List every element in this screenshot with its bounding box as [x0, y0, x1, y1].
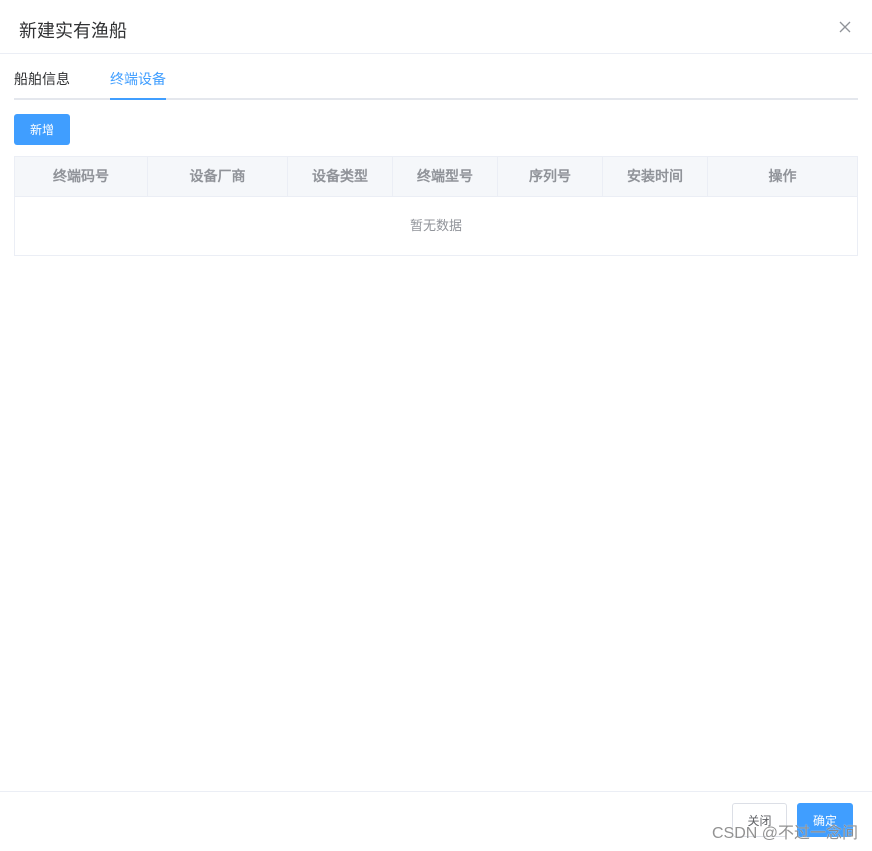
column-header-device-type[interactable]: 设备类型	[288, 157, 393, 196]
tab-terminal-device[interactable]: 终端设备	[110, 64, 166, 98]
column-header-manufacturer[interactable]: 设备厂商	[148, 157, 288, 196]
tabs: 船舶信息 终端设备	[14, 64, 858, 100]
dialog: 新建实有渔船 船舶信息 终端设备 新增 终端码号 设备厂商 设备类型 终端型号 …	[0, 0, 872, 851]
add-button[interactable]: 新增	[14, 114, 70, 145]
column-header-install-time[interactable]: 安装时间	[603, 157, 708, 196]
device-table: 终端码号 设备厂商 设备类型 终端型号 序列号 安装时间 操作 暂无数据	[14, 156, 858, 256]
dialog-footer: 关闭 确定	[0, 791, 872, 851]
column-header-serial-number[interactable]: 序列号	[498, 157, 603, 196]
column-header-terminal-code[interactable]: 终端码号	[15, 157, 148, 196]
dialog-title: 新建实有渔船	[19, 21, 127, 41]
tab-ship-info[interactable]: 船舶信息	[14, 64, 70, 98]
close-icon[interactable]	[838, 20, 852, 34]
column-header-actions[interactable]: 操作	[708, 157, 857, 196]
column-header-terminal-model[interactable]: 终端型号	[393, 157, 498, 196]
tab-active-indicator	[110, 98, 166, 100]
close-button[interactable]: 关闭	[732, 803, 787, 837]
table-header: 终端码号 设备厂商 设备类型 终端型号 序列号 安装时间 操作	[15, 157, 857, 197]
confirm-button[interactable]: 确定	[797, 803, 853, 837]
dialog-header: 新建实有渔船	[0, 0, 872, 54]
table-empty-text: 暂无数据	[409, 218, 462, 233]
